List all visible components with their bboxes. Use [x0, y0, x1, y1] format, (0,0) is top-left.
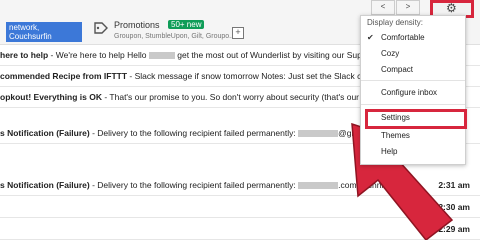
menu-divider [361, 104, 465, 105]
check-icon: ✔ [367, 33, 374, 42]
menu-item-compact[interactable]: Compact [381, 65, 413, 74]
menu-item-configure-inbox[interactable]: Configure inbox [381, 88, 437, 97]
menu-item-comfortable[interactable]: Comfortable [381, 33, 425, 42]
display-density-header: Display density: [367, 18, 424, 27]
menu-divider [361, 80, 465, 81]
menu-item-help[interactable]: Help [381, 147, 397, 156]
settings-highlight-box [365, 109, 467, 129]
menu-item-cozy[interactable]: Cozy [381, 49, 399, 58]
settings-dropdown-menu: Display density: ✔ Comfortable Cozy Comp… [360, 15, 467, 165]
menu-item-themes[interactable]: Themes [381, 131, 410, 140]
